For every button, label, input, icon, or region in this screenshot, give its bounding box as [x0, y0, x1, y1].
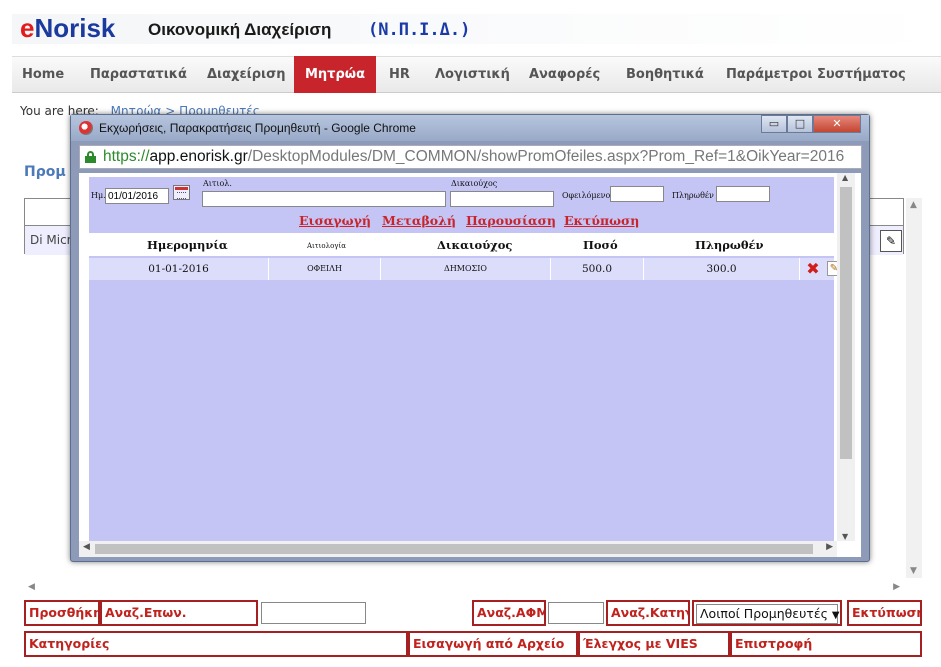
- dikaiouxos-input[interactable]: [450, 191, 554, 207]
- date-label: Ημ.: [91, 191, 106, 200]
- popup-content: Ημ. Αιτιολ. Δικαιούχος Οφειλόμενο Πληρωθ…: [79, 173, 861, 557]
- col-beneficiary: Δικαιούχος: [437, 238, 513, 252]
- category-select[interactable]: Λοιποί Προμηθευτές ▼: [692, 600, 842, 626]
- restore-icon[interactable]: □: [787, 115, 813, 133]
- plirothen-label: Πληρωθέν: [672, 191, 714, 200]
- logo-e: e: [20, 13, 35, 43]
- page-horizontal-scrollbar[interactable]: ◀ ▶: [24, 582, 904, 596]
- col-date: Ημερομηνία: [147, 238, 228, 252]
- nav-parametroi[interactable]: Παράμετροι Συστήματος: [726, 57, 906, 93]
- main-navbar: Home Παραστατικά Διαχείριση Μητρώα HR Λο…: [12, 56, 941, 93]
- scroll-up-icon[interactable]: ▲: [910, 200, 917, 210]
- import-file-button[interactable]: Εισαγωγή από Αρχείο: [408, 631, 578, 657]
- col-amount: Ποσό: [583, 238, 618, 252]
- aitiol-label: Αιτιολ.: [203, 179, 232, 188]
- ofeilomeno-label: Οφειλόμενο: [562, 191, 611, 200]
- print-link[interactable]: Εκτύπωση: [564, 213, 639, 228]
- search-afm-button[interactable]: Αναζ.ΑΦΜ: [472, 600, 546, 626]
- calendar-icon[interactable]: [173, 185, 190, 200]
- nav-anafores[interactable]: Αναφορές: [529, 57, 600, 93]
- url-host: app.enorisk.gr: [149, 148, 248, 165]
- present-link[interactable]: Παρουσίαση: [466, 213, 556, 228]
- grid-header: Ημερομηνία Αιτιολογία Δικαιούχος Ποσό Πλ…: [89, 234, 834, 256]
- address-bar[interactable]: https://app.enorisk.gr/DesktopModules/DM…: [79, 145, 862, 169]
- bottom-toolbar-2: Κατηγορίες Εισαγωγή από Αρχείο Έλεγχος μ…: [24, 631, 922, 657]
- lock-icon: [85, 151, 96, 163]
- page-vertical-scrollbar[interactable]: ▲ ▼: [906, 198, 922, 578]
- nav-parastatika[interactable]: Παραστατικά: [90, 57, 187, 93]
- aitiol-input[interactable]: [202, 191, 446, 207]
- nav-mitroa[interactable]: Μητρώα: [294, 56, 376, 93]
- cell-amount: 500.0: [551, 258, 644, 280]
- nav-hr[interactable]: HR: [389, 57, 410, 93]
- table-cell: Di Micr: [30, 233, 72, 247]
- cell-paid: 300.0: [644, 258, 800, 280]
- search-name-button[interactable]: Αναζ.Επων.: [100, 600, 258, 626]
- bottom-toolbar: Προσθήκη Αναζ.Επων. Αναζ.ΑΦΜ Αναζ.Κατηγ.…: [24, 600, 922, 628]
- delete-icon[interactable]: ✖: [805, 261, 821, 277]
- url-scheme: https://: [103, 148, 150, 165]
- app-subtitle: (Ν.Π.Ι.Δ.): [368, 20, 471, 40]
- cell-date: 01-01-2016: [89, 258, 269, 280]
- vies-check-button[interactable]: Έλεγχος με VIES: [578, 631, 730, 657]
- categories-button[interactable]: Κατηγορίες: [24, 631, 408, 657]
- close-icon[interactable]: ✕: [813, 115, 861, 133]
- insert-link[interactable]: Εισαγωγή: [299, 213, 371, 228]
- cell-beneficiary: ΔΗΜΟΣΙΟ: [381, 258, 551, 280]
- nav-voithitika[interactable]: Βοηθητικά: [626, 57, 704, 93]
- date-input[interactable]: [105, 188, 169, 204]
- scroll-down-icon[interactable]: ▼: [842, 532, 848, 541]
- popup-titlebar[interactable]: Εκχωρήσεις, Παρακρατήσεις Προμηθευτή - G…: [71, 115, 869, 141]
- edit-icon[interactable]: ✎: [880, 230, 902, 252]
- url-path: /DesktopModules/DM_COMMON/showPromOfeile…: [247, 148, 845, 165]
- url-text[interactable]: https://app.enorisk.gr/DesktopModules/DM…: [103, 148, 859, 166]
- popup-window: Εκχωρήσεις, Παρακρατήσεις Προμηθευτή - G…: [70, 114, 870, 562]
- cell-reason: ΟΦΕΙΛΗ: [269, 258, 381, 280]
- search-afm-input[interactable]: [548, 602, 604, 624]
- scroll-thumb[interactable]: [840, 187, 852, 459]
- filter-form: Ημ. Αιτιολ. Δικαιούχος Οφειλόμενο Πληρωθ…: [89, 177, 834, 233]
- popup-vertical-scrollbar[interactable]: ▲ ▼: [837, 173, 855, 541]
- scroll-left-icon[interactable]: ◀: [83, 542, 90, 552]
- search-name-input[interactable]: [261, 602, 366, 624]
- plirothen-input[interactable]: [716, 186, 770, 202]
- scroll-right-icon[interactable]: ▶: [893, 582, 900, 592]
- nav-home[interactable]: Home: [22, 57, 64, 93]
- table-row[interactable]: 01-01-2016 ΟΦΕΙΛΗ ΔΗΜΟΣΙΟ 500.0 300.0 ✖ …: [89, 258, 841, 280]
- popup-title: Εκχωρήσεις, Παρακρατήσεις Προμηθευτή - G…: [99, 121, 416, 135]
- ofeilomeno-input[interactable]: [610, 186, 664, 202]
- col-paid: Πληρωθέν: [695, 238, 764, 252]
- chrome-app-icon: [79, 121, 93, 135]
- nav-diaxeirisi[interactable]: Διαχείριση: [207, 57, 286, 93]
- add-button[interactable]: Προσθήκη: [24, 600, 100, 626]
- col-reason: Αιτιολογία: [307, 242, 346, 250]
- minimize-icon[interactable]: ▭: [761, 115, 787, 133]
- app-logo[interactable]: eNorisk: [20, 14, 115, 42]
- category-select-value: Λοιποί Προμηθευτές: [700, 606, 828, 621]
- app-title: Οικονομική Διαχείριση: [148, 20, 332, 39]
- search-category-button[interactable]: Αναζ.Κατηγ.: [606, 600, 690, 626]
- scroll-down-icon[interactable]: ▼: [910, 566, 917, 576]
- logo-text: Norisk: [34, 13, 116, 43]
- grid-body: 01-01-2016 ΟΦΕΙΛΗ ΔΗΜΟΣΙΟ 500.0 300.0 ✖ …: [89, 256, 841, 541]
- back-button[interactable]: Επιστροφή: [730, 631, 922, 657]
- dikaiouxos-label: Δικαιούχος: [451, 179, 498, 188]
- nav-logistiki[interactable]: Λογιστική: [435, 57, 510, 93]
- popup-horizontal-scrollbar[interactable]: ◀ ▶: [79, 541, 837, 557]
- page-heading: Προμ: [24, 164, 66, 180]
- scroll-up-icon[interactable]: ▲: [842, 173, 848, 182]
- scroll-right-icon[interactable]: ▶: [826, 542, 833, 552]
- chevron-down-icon: ▼: [831, 610, 840, 621]
- scroll-thumb[interactable]: [95, 544, 813, 554]
- app-header: eNorisk Οικονομική Διαχείριση (Ν.Π.Ι.Δ.): [12, 14, 941, 44]
- scroll-left-icon[interactable]: ◀: [28, 582, 35, 592]
- modify-link[interactable]: Μεταβολή: [382, 213, 456, 228]
- print-button[interactable]: Εκτύπωση: [847, 600, 922, 626]
